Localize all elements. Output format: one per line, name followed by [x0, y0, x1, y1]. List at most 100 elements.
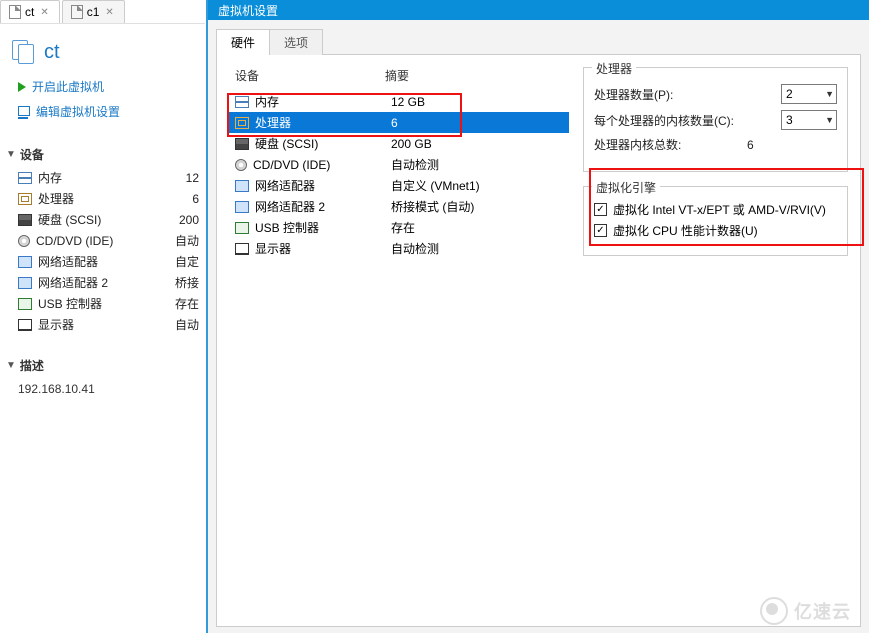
device-row[interactable]: 网络适配器自定 — [6, 251, 199, 272]
vm-title: ct — [44, 41, 60, 64]
device-table-row[interactable]: 处理器 6 — [229, 112, 569, 133]
device-label: USB 控制器 — [255, 219, 319, 236]
device-row[interactable]: 网络适配器 2桥接 — [6, 272, 199, 293]
devices-section-header[interactable]: ▼ 设备 — [0, 124, 205, 167]
device-label: 处理器 — [38, 190, 186, 207]
tab-hardware[interactable]: 硬件 — [217, 30, 270, 55]
col-device: 设备 — [235, 67, 385, 84]
device-value: 桥接 — [175, 274, 199, 291]
tab-label: c1 — [87, 5, 100, 19]
chevron-down-icon: ▼ — [825, 115, 834, 125]
tab-ct[interactable]: ct ✕ — [0, 0, 60, 23]
perf-checkbox-row[interactable]: ✓ 虚拟化 CPU 性能计数器(U) — [594, 222, 837, 239]
device-value: 存在 — [175, 295, 199, 312]
select-value: 2 — [786, 87, 793, 101]
group-title: 虚拟化引擎 — [592, 179, 660, 196]
chevron-down-icon: ▼ — [6, 149, 16, 160]
cd-icon — [235, 159, 247, 171]
settings-tabs: 硬件 选项 — [216, 29, 323, 55]
device-label: USB 控制器 — [38, 295, 169, 312]
device-row[interactable]: 硬盘 (SCSI)200 — [6, 209, 199, 230]
device-label: 处理器 — [255, 114, 291, 131]
watermark: 亿速云 — [760, 597, 851, 625]
label: 处理器数量(P): — [594, 86, 773, 103]
net-icon — [18, 256, 32, 268]
tab-label: ct — [25, 5, 34, 19]
device-label: 硬盘 (SCSI) — [255, 135, 318, 152]
device-table-row[interactable]: 硬盘 (SCSI) 200 GB — [229, 133, 569, 154]
usb-icon — [235, 222, 249, 234]
device-label: 显示器 — [38, 316, 169, 333]
close-icon[interactable]: ✕ — [103, 7, 115, 18]
processor-count-select[interactable]: 2 ▼ — [781, 84, 837, 104]
device-row[interactable]: 内存 12 — [6, 167, 199, 188]
cpu-icon — [235, 117, 249, 129]
device-value: 自定 — [175, 253, 199, 270]
device-label: 内存 — [38, 169, 180, 186]
total-cores-row: 处理器内核总数: 6 — [594, 136, 837, 153]
device-label: 显示器 — [255, 240, 291, 257]
virtualization-group: 虚拟化引擎 ✓ 虚拟化 Intel VT-x/EPT 或 AMD-V/RVI(V… — [583, 186, 848, 256]
disp-icon — [235, 243, 249, 255]
vm-icon — [12, 40, 36, 64]
checkbox-icon: ✓ — [594, 224, 607, 237]
processor-count-row: 处理器数量(P): 2 ▼ — [594, 84, 837, 104]
description-section-header[interactable]: ▼ 描述 — [0, 335, 205, 378]
device-table-row[interactable]: 网络适配器自定义 (VMnet1) — [229, 175, 569, 196]
device-list: 内存 12处理器 6 硬盘 (SCSI)200CD/DVD (IDE)自动网络适配器自… — [0, 167, 205, 335]
tab-c1[interactable]: c1 ✕ — [62, 0, 125, 23]
start-vm-action[interactable]: 开启此虚拟机 — [0, 74, 205, 99]
dialog-body: 硬件 选项 设备 摘要 内存12 GB 处理器 6 硬盘 (SCSI) 200 GB CD… — [208, 20, 869, 633]
play-icon — [18, 82, 26, 92]
dialog-title: 虚拟机设置 — [218, 2, 278, 19]
device-label: 网络适配器 — [255, 177, 315, 194]
device-label: CD/DVD (IDE) — [36, 234, 169, 248]
edit-icon — [18, 106, 30, 118]
tab-options[interactable]: 选项 — [270, 30, 322, 55]
device-row[interactable]: 显示器自动 — [6, 314, 199, 335]
action-label: 开启此虚拟机 — [32, 78, 104, 95]
cores-per-processor-row: 每个处理器的内核数量(C): 3 ▼ — [594, 110, 837, 130]
device-value: 12 — [186, 171, 199, 185]
tab-strip: ct ✕ c1 ✕ — [0, 0, 205, 24]
vm-header: ct — [0, 24, 205, 74]
group-title: 处理器 — [592, 60, 636, 77]
disp-icon — [18, 319, 32, 331]
device-value: 6 — [192, 192, 199, 206]
processor-group: 处理器 处理器数量(P): 2 ▼ 每个处理器的内核数量(C): 3 ▼ — [583, 67, 848, 172]
usb-icon — [18, 298, 32, 310]
device-row[interactable]: 处理器 6 — [6, 188, 199, 209]
device-summary: 自动检测 — [391, 240, 439, 257]
device-table-row[interactable]: 网络适配器 2桥接模式 (自动) — [229, 196, 569, 217]
hd-icon — [235, 138, 249, 150]
action-label: 编辑虚拟机设置 — [36, 103, 120, 120]
vm-settings-dialog: 虚拟机设置 硬件 选项 设备 摘要 内存12 GB 处理器 6 硬盘 (SCSI) 20… — [206, 0, 869, 633]
device-table-row[interactable]: USB 控制器存在 — [229, 217, 569, 238]
description-text: 192.168.10.41 — [0, 378, 205, 396]
vt-checkbox-row[interactable]: ✓ 虚拟化 Intel VT-x/EPT 或 AMD-V/RVI(V) — [594, 201, 837, 218]
cores-select[interactable]: 3 ▼ — [781, 110, 837, 130]
document-icon — [71, 5, 83, 19]
device-summary: 200 GB — [391, 137, 432, 151]
watermark-text: 亿速云 — [794, 598, 851, 624]
label: 处理器内核总数: — [594, 136, 739, 153]
device-label: CD/DVD (IDE) — [253, 158, 330, 172]
device-row[interactable]: CD/DVD (IDE)自动 — [6, 230, 199, 251]
select-value: 3 — [786, 113, 793, 127]
edit-vm-action[interactable]: 编辑虚拟机设置 — [0, 99, 205, 124]
device-label: 硬盘 (SCSI) — [38, 211, 173, 228]
device-table-row[interactable]: CD/DVD (IDE)自动检测 — [229, 154, 569, 175]
checkbox-label: 虚拟化 CPU 性能计数器(U) — [613, 222, 758, 239]
device-label: 内存 — [255, 93, 279, 110]
dialog-titlebar[interactable]: 虚拟机设置 — [208, 0, 869, 20]
device-summary: 6 — [391, 116, 398, 130]
mem-icon — [18, 172, 32, 184]
device-row[interactable]: USB 控制器存在 — [6, 293, 199, 314]
settings-panel: 设备 摘要 内存12 GB 处理器 6 硬盘 (SCSI) 200 GB CD/DVD (… — [216, 54, 861, 627]
section-title: 描述 — [20, 357, 44, 374]
close-icon[interactable]: ✕ — [38, 7, 50, 18]
col-summary: 摘要 — [385, 67, 409, 84]
device-table-body: 内存12 GB处理器6硬盘 (SCSI)200 GBCD/DVD (IDE)自动… — [229, 91, 569, 259]
device-table-row[interactable]: 内存12 GB — [229, 91, 569, 112]
device-table-row[interactable]: 显示器 自动检测 — [229, 238, 569, 259]
